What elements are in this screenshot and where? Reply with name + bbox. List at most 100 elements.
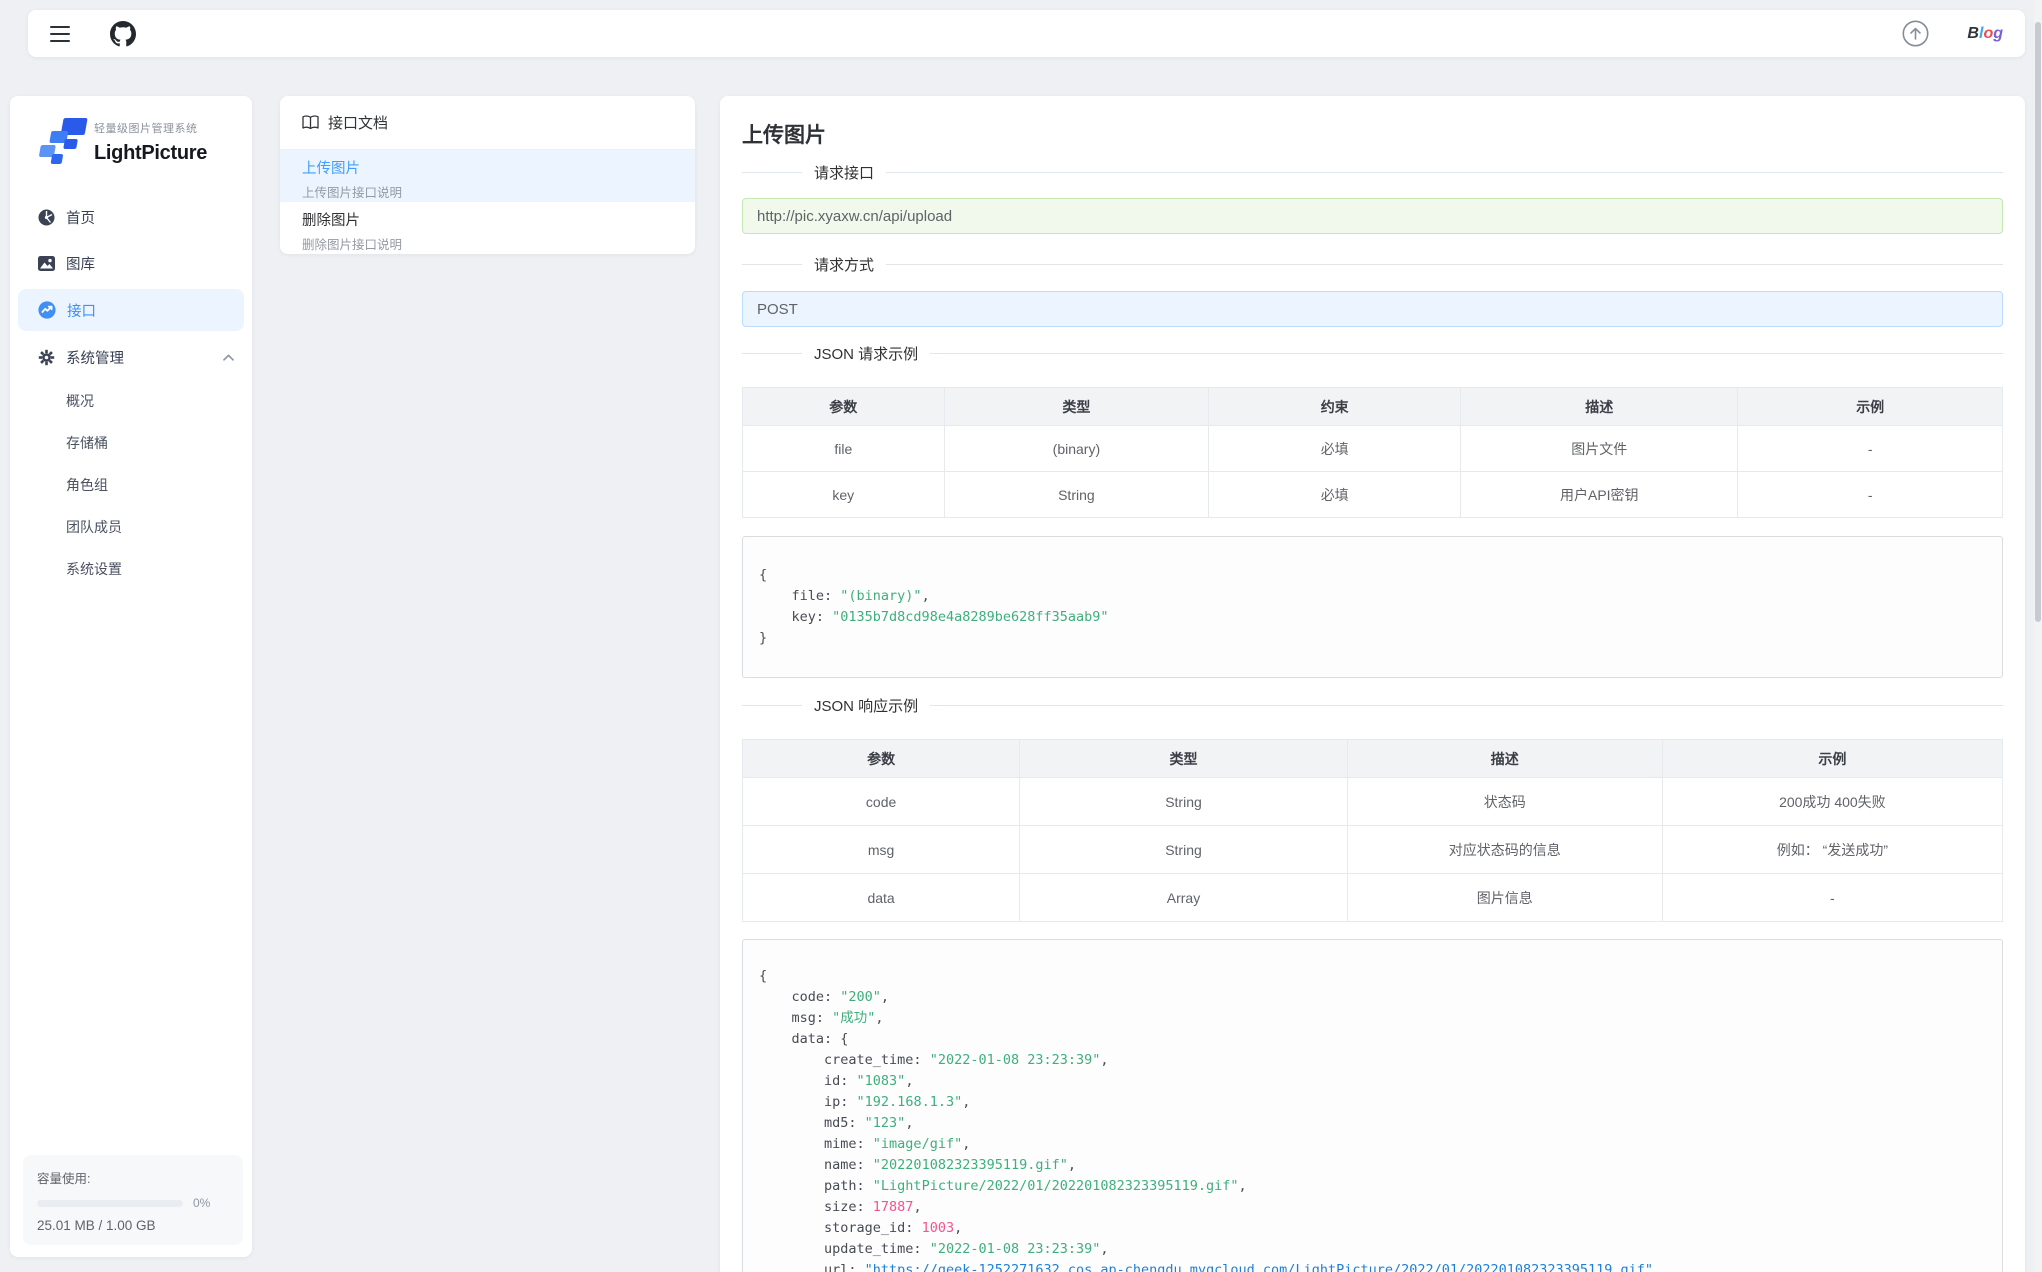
avatar-letter: B: [1967, 26, 1979, 42]
sidebar-item-label: 首页: [66, 207, 95, 228]
code-line: {: [759, 966, 1986, 987]
code-token: size:: [759, 1199, 873, 1215]
table-cell: msg: [743, 826, 1020, 874]
table-row: keyString必填用户API密钥-: [743, 472, 2003, 518]
sidebar-item-system[interactable]: 系统管理: [10, 334, 252, 380]
page-scrollbar-track[interactable]: [2034, 0, 2042, 1272]
code-token: ,: [875, 1010, 883, 1026]
code-token: 17887: [873, 1199, 914, 1215]
response-url-link[interactable]: "https://geek-1252271632.cos.ap-chengdu.…: [865, 1262, 1653, 1272]
submenu-item-roles[interactable]: 角色组: [10, 464, 252, 506]
table-cell: 必填: [1209, 426, 1461, 472]
table-cell: Array: [1020, 874, 1348, 922]
submenu-item-label: 概况: [66, 391, 94, 411]
code-token: key:: [759, 609, 832, 625]
doc-item-upload[interactable]: 上传图片 上传图片接口说明: [280, 150, 695, 202]
code-token: url:: [759, 1262, 865, 1272]
code-line: code: "200",: [759, 987, 1986, 1008]
table-cell: -: [1738, 426, 2003, 472]
code-token: "123": [865, 1115, 906, 1131]
column-header: 类型: [944, 388, 1209, 426]
github-icon[interactable]: [110, 21, 136, 47]
column-header: 约束: [1209, 388, 1461, 426]
sidebar-item-api[interactable]: 接口: [18, 289, 244, 331]
request-url-input[interactable]: http://pic.xyaxw.cn/api/upload: [742, 198, 2003, 234]
menu-toggle-icon[interactable]: [50, 26, 70, 42]
code-token: ,: [1100, 1241, 1108, 1257]
request-json-example: { file: "(binary)", key: "0135b7d8cd98e4…: [742, 536, 2003, 678]
code-token: "image/gif": [873, 1136, 962, 1152]
page: Blog 轻量级图片管理系统 LightPicture: [0, 0, 2042, 1272]
code-line: key: "0135b7d8cd98e4a8289be628ff35aab9": [759, 607, 1986, 628]
divider-request-example: JSON 请求示例: [742, 353, 2003, 354]
table-row: msgString对应状态码的信息例如： “发送成功”: [743, 826, 2003, 874]
code-token: md5:: [759, 1115, 865, 1131]
code-token: ,: [962, 1094, 970, 1110]
code-line: md5: "123",: [759, 1113, 1986, 1134]
code-token: ,: [962, 1136, 970, 1152]
code-line: }: [759, 628, 1986, 649]
brand-subtitle: 轻量级图片管理系统: [94, 120, 207, 136]
code-token: ,: [913, 1199, 921, 1215]
code-token: id:: [759, 1073, 857, 1089]
user-avatar[interactable]: Blog: [1967, 26, 2003, 42]
sidebar: 轻量级图片管理系统 LightPicture 首页 图库: [10, 96, 252, 1257]
submenu-item-overview[interactable]: 概况: [10, 380, 252, 422]
divider-label: JSON 请求示例: [802, 343, 930, 364]
column-header: 描述: [1347, 740, 1662, 778]
capacity-usage-text: 25.01 MB / 1.00 GB: [37, 1218, 229, 1233]
table-cell: (binary): [944, 426, 1209, 472]
code-line: path: "LightPicture/2022/01/202201082323…: [759, 1176, 1986, 1197]
table-cell: 必填: [1209, 472, 1461, 518]
gallery-icon: [38, 256, 55, 271]
submenu-item-storage[interactable]: 存储桶: [10, 422, 252, 464]
doc-panel-title: 接口文档: [328, 112, 388, 133]
table-cell: file: [743, 426, 945, 472]
sidebar-item-home[interactable]: 首页: [10, 194, 252, 240]
divider-label: JSON 响应示例: [802, 695, 930, 716]
submenu-item-team[interactable]: 团队成员: [10, 506, 252, 548]
capacity-usage-card: 容量使用: 0% 25.01 MB / 1.00 GB: [23, 1155, 243, 1245]
page-title: 上传图片: [742, 122, 2003, 150]
table-cell: 对应状态码的信息: [1347, 826, 1662, 874]
sidebar-item-gallery[interactable]: 图库: [10, 240, 252, 286]
table-cell: 图片文件: [1461, 426, 1738, 472]
dashboard-icon: [38, 209, 55, 226]
divider-request-url: 请求接口: [742, 172, 2003, 173]
table-cell: 图片信息: [1347, 874, 1662, 922]
brand-name: LightPicture: [94, 142, 207, 165]
submenu-item-settings[interactable]: 系统设置: [10, 548, 252, 590]
code-line: name: "202201082323395119.gif",: [759, 1155, 1986, 1176]
capacity-label: 容量使用:: [37, 1168, 229, 1187]
table-cell: String: [944, 472, 1209, 518]
code-token: code:: [759, 989, 840, 1005]
table-cell: -: [1662, 874, 2002, 922]
table-cell: code: [743, 778, 1020, 826]
code-token: ,: [922, 588, 930, 604]
column-header: 描述: [1461, 388, 1738, 426]
page-scrollbar-thumb[interactable]: [2035, 22, 2041, 622]
code-token: data: {: [759, 1031, 848, 1047]
request-method-value: POST: [757, 301, 798, 318]
sidebar-item-label: 图库: [66, 253, 95, 274]
request-method-input[interactable]: POST: [742, 291, 2003, 327]
table-cell: 状态码: [1347, 778, 1662, 826]
doc-panel-header: 接口文档: [280, 96, 695, 150]
table-cell: key: [743, 472, 945, 518]
code-line: data: {: [759, 1029, 1986, 1050]
code-token: msg:: [759, 1010, 832, 1026]
doc-item-delete[interactable]: 删除图片 删除图片接口说明: [280, 202, 695, 254]
code-token: }: [759, 630, 767, 646]
divider-label: 请求方式: [802, 254, 886, 275]
code-token: file:: [759, 588, 840, 604]
column-header: 示例: [1738, 388, 2003, 426]
code-token: storage_id:: [759, 1220, 922, 1236]
lightpicture-logo-icon: [38, 116, 88, 170]
scroll-top-button[interactable]: [1902, 20, 1929, 47]
code-line: size: 17887,: [759, 1197, 1986, 1218]
divider-response-example: JSON 响应示例: [742, 705, 2003, 706]
code-token: "0135b7d8cd98e4a8289be628ff35aab9": [832, 609, 1108, 625]
code-token: "202201082323395119.gif": [873, 1157, 1068, 1173]
code-token: ,: [881, 989, 889, 1005]
code-token: 1003: [922, 1220, 955, 1236]
